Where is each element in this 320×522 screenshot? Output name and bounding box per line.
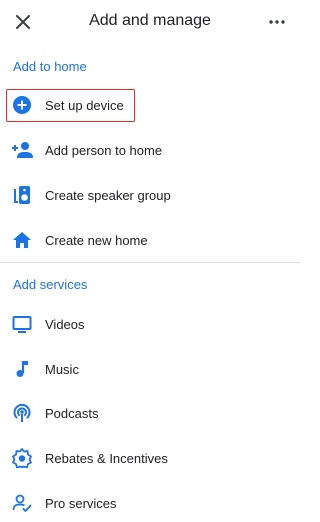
podcasts-item[interactable]: Podcasts [0,394,300,432]
music-note-icon [11,358,33,380]
add-person-icon [11,139,33,161]
tv-icon [11,313,33,335]
rebates-badge-icon [11,447,33,469]
set-up-device-item[interactable]: Set up device [0,86,300,124]
videos-label: Videos [45,316,85,332]
more-options-button[interactable] [266,11,288,33]
music-item[interactable]: Music [0,350,300,388]
speaker-group-icon [11,184,33,206]
app-header: Add and manage [0,0,300,44]
podcast-icon [11,402,33,424]
pro-services-label: Pro services [45,495,117,511]
set-up-device-label: Set up device [45,97,124,113]
rebates-incentives-label: Rebates & Incentives [45,450,168,466]
create-speaker-group-label: Create speaker group [45,187,171,203]
create-new-home-label: Create new home [45,232,148,248]
add-person-item[interactable]: Add person to home [0,131,300,169]
pro-services-item[interactable]: Pro services [0,484,300,522]
home-icon [11,229,33,251]
section-title-add-services: Add services [13,277,88,292]
podcasts-label: Podcasts [45,405,99,421]
page-title: Add and manage [89,12,211,29]
rebates-incentives-item[interactable]: Rebates & Incentives [0,439,300,477]
music-label: Music [45,361,79,377]
create-new-home-item[interactable]: Create new home [0,221,300,259]
videos-item[interactable]: Videos [0,305,300,343]
create-speaker-group-item[interactable]: Create speaker group [0,176,300,214]
section-title-add-to-home: Add to home [13,59,87,74]
add-person-label: Add person to home [45,142,163,158]
more-horizontal-icon [269,20,285,24]
pro-services-icon [11,492,33,514]
section-divider [0,262,300,263]
add-circle-icon [11,94,33,116]
